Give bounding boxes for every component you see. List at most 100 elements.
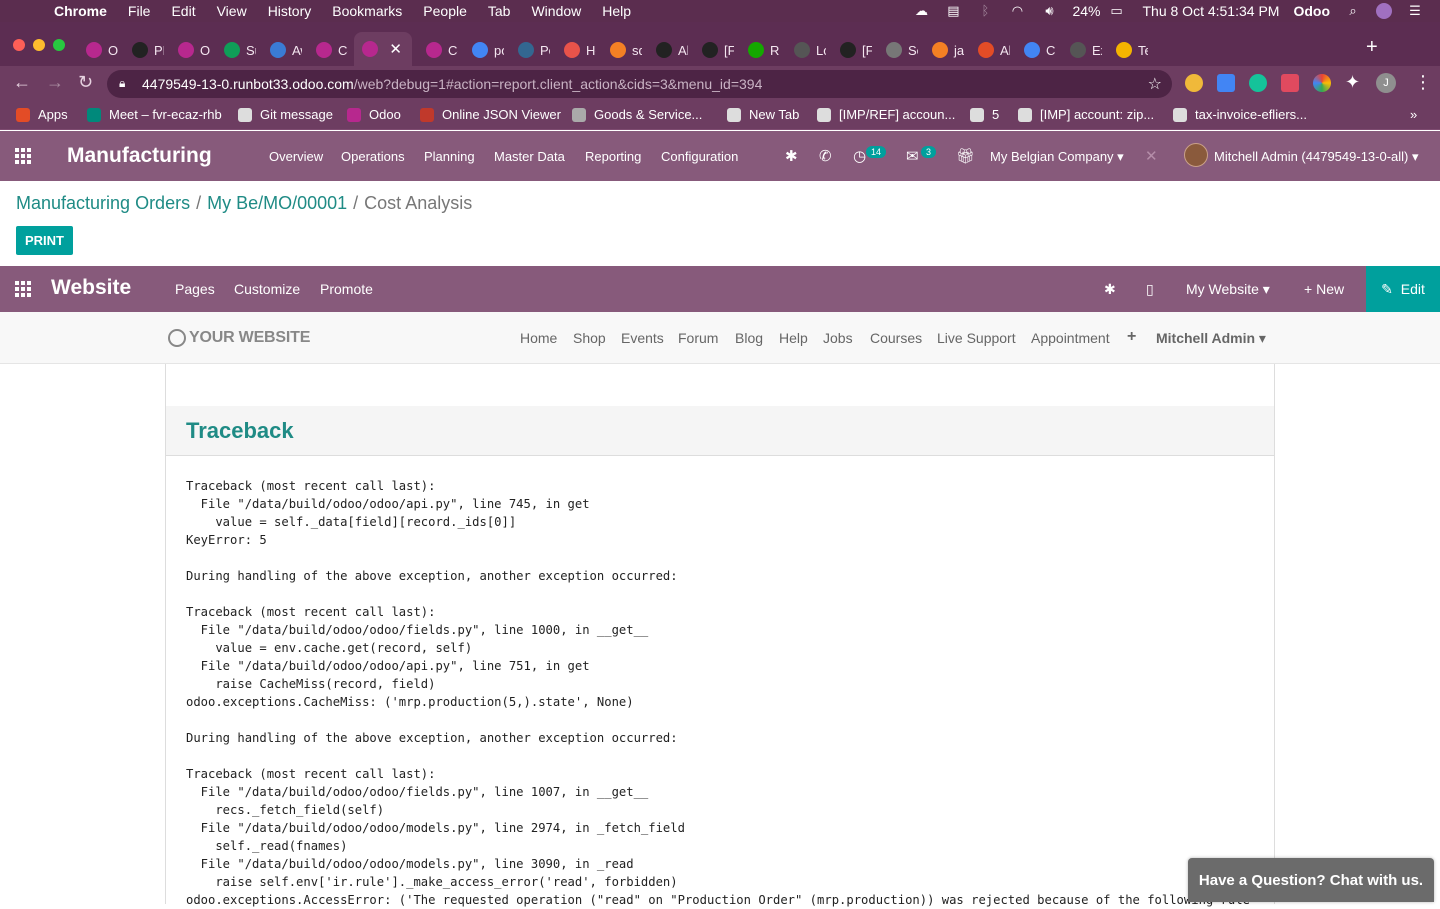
browser-tab[interactable]: Se [886, 36, 918, 64]
website-apps-icon[interactable] [15, 281, 33, 297]
more-bookmarks-icon[interactable]: » [1410, 107, 1417, 122]
bookmark-item[interactable]: [IMP] account: zip... [1018, 107, 1154, 122]
odoo-menubar-app[interactable]: Odoo [1293, 3, 1330, 19]
site-link-courses[interactable]: Courses [870, 330, 922, 346]
back-icon[interactable]: ← [13, 72, 31, 93]
close-window-button[interactable] [13, 39, 25, 51]
close-tab-icon[interactable]: ✕ [389, 40, 402, 58]
browser-tab[interactable]: Od [86, 36, 118, 64]
battery-percent[interactable]: 24% [1072, 3, 1100, 19]
bookmark-item[interactable]: Apps [16, 107, 68, 122]
browser-tab[interactable]: All [978, 36, 1010, 64]
bookmark-item[interactable]: [IMP/REF] accoun... [817, 107, 955, 122]
bookmark-star-icon[interactable]: ☆ [1148, 74, 1162, 94]
browser-tab[interactable]: [FI [702, 36, 734, 64]
menu-file[interactable]: File [128, 3, 151, 19]
browser-tab[interactable]: Od [178, 36, 210, 64]
gift-icon[interactable]: 🎁︎ [956, 147, 975, 165]
browser-tab[interactable]: Su [224, 36, 256, 64]
menu-people[interactable]: People [423, 3, 467, 19]
extension-translate-icon[interactable] [1217, 74, 1235, 92]
cloud-icon[interactable]: ☁ [912, 4, 930, 18]
browser-tab[interactable]: Ru [748, 36, 780, 64]
zoom-window-button[interactable] [53, 39, 65, 51]
browser-tab[interactable]: Co [426, 36, 458, 64]
browser-tab[interactable]: Te [1116, 36, 1148, 64]
bookmark-item[interactable]: Online JSON Viewer [420, 107, 561, 122]
reload-icon[interactable]: ↻ [78, 72, 93, 93]
menu-edit[interactable]: Edit [171, 3, 195, 19]
browser-tab[interactable]: Aw [270, 36, 302, 64]
wifi-icon[interactable]: ◠ [1008, 4, 1026, 18]
user-menu[interactable]: Mitchell Admin (4479549-13-0-all) ▾ [1214, 149, 1419, 165]
browser-tab[interactable]: Lo [794, 36, 826, 64]
browser-tab[interactable]: Ho [564, 36, 596, 64]
browser-tab[interactable]: Ab [656, 36, 688, 64]
print-button[interactable]: PRINT [16, 226, 73, 255]
app-title[interactable]: Manufacturing [67, 144, 212, 168]
battery-icon[interactable]: ▭ [1104, 4, 1128, 18]
browser-tab[interactable]: [FI [840, 36, 872, 64]
site-user-menu[interactable]: Mitchell Admin ▾ [1156, 330, 1266, 347]
siri-icon[interactable] [1376, 3, 1392, 19]
add-menu-plus-icon[interactable]: + [1127, 328, 1136, 346]
browser-tab[interactable]: Ex [1070, 36, 1102, 64]
site-link-appointment[interactable]: Appointment [1031, 330, 1110, 346]
browser-tab[interactable]: Co [316, 36, 348, 64]
site-link-events[interactable]: Events [621, 330, 664, 346]
menu-app-name[interactable]: Chrome [54, 3, 107, 19]
browser-tab[interactable]: Ch [1024, 36, 1056, 64]
site-link-shop[interactable]: Shop [573, 330, 606, 346]
apps-menu-icon[interactable] [15, 148, 33, 164]
extension-color-icon[interactable] [1313, 74, 1331, 92]
site-link-jobs[interactable]: Jobs [823, 330, 853, 346]
menu-history[interactable]: History [268, 3, 312, 19]
website-brand[interactable]: Website [51, 276, 131, 300]
volume-icon[interactable]: 🔊︎ [1040, 4, 1058, 18]
breadcrumb-manufacturing-orders[interactable]: Manufacturing Orders [16, 193, 190, 213]
browser-tab[interactable]: Po [518, 36, 550, 64]
site-link-blog[interactable]: Blog [735, 330, 763, 346]
minimize-window-button[interactable] [33, 39, 45, 51]
clock[interactable]: Thu 8 Oct 4:51:34 PM [1142, 3, 1279, 19]
bookmark-item[interactable]: Meet – fvr-ecaz-rhb [87, 107, 222, 122]
forward-icon[interactable]: → [46, 72, 64, 93]
extension-grammarly-icon[interactable] [1249, 74, 1267, 92]
close-x-icon[interactable]: ✕ [1145, 147, 1158, 165]
menu-window[interactable]: Window [531, 3, 581, 19]
extension-mail-icon[interactable] [1281, 74, 1299, 92]
profile-avatar[interactable]: J [1376, 73, 1396, 93]
lock-icon[interactable]: 🔒︎ [119, 76, 125, 91]
site-link-live-support[interactable]: Live Support [937, 330, 1016, 346]
phone-icon[interactable]: ✆ [819, 147, 832, 165]
mobile-preview-icon[interactable]: ▯ [1146, 281, 1154, 298]
bookmark-item[interactable]: tax-invoice-efliers... [1173, 107, 1307, 122]
bookmark-item[interactable]: Goods & Service... [572, 107, 702, 122]
site-link-home[interactable]: Home [520, 330, 557, 346]
extension-honey-icon[interactable] [1185, 74, 1203, 92]
address-bar[interactable]: 🔒︎ 4479549-13-0.runbot33.odoo.com/web?de… [107, 70, 1172, 98]
browser-tab[interactable]: po [472, 36, 504, 64]
website-pages[interactable]: Pages [175, 281, 215, 297]
menu-view[interactable]: View [217, 3, 247, 19]
browser-tab[interactable]: jav [932, 36, 964, 64]
site-link-forum[interactable]: Forum [678, 330, 718, 346]
bookmark-item[interactable]: New Tab [727, 107, 799, 122]
control-center-icon[interactable]: ☰ [1406, 4, 1424, 18]
site-logo[interactable]: YOUR WEBSITE [168, 329, 310, 347]
menu-bookmarks[interactable]: Bookmarks [332, 3, 402, 19]
chrome-menu-icon[interactable]: ⋮ [1414, 72, 1432, 93]
bookmark-item[interactable]: Odoo [347, 107, 401, 122]
website-promote[interactable]: Promote [320, 281, 373, 297]
edit-button[interactable]: ✎ Edit [1366, 266, 1440, 312]
menu-help[interactable]: Help [602, 3, 631, 19]
website-customize[interactable]: Customize [234, 281, 300, 297]
breadcrumb-mo-record[interactable]: My Be/MO/00001 [207, 193, 347, 213]
bookmark-item[interactable]: 5 [970, 107, 999, 122]
activity-clock-icon[interactable]: ◷ [853, 147, 866, 165]
nav-overview[interactable]: Overview [269, 149, 323, 164]
extensions-puzzle-icon[interactable]: ✦ [1345, 72, 1360, 93]
new-content-button[interactable]: + New [1304, 281, 1344, 297]
user-avatar[interactable] [1184, 143, 1208, 167]
bluetooth-icon[interactable]: ᛒ [976, 4, 994, 18]
